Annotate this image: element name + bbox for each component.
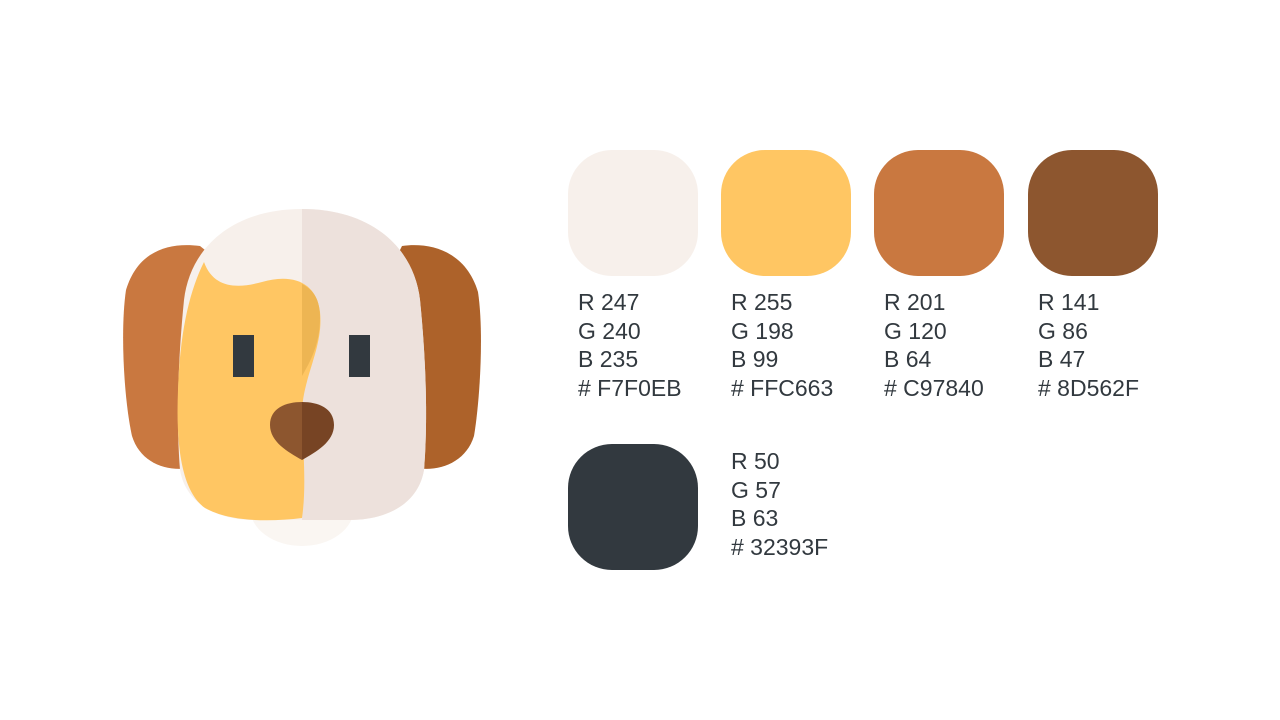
swatch-values-ffc663: R 255 G 198 B 99 # FFC663 xyxy=(731,288,833,402)
red-value: R 141 xyxy=(1038,289,1100,315)
swatch-f7f0eb xyxy=(568,150,698,276)
blue-value: B 47 xyxy=(1038,346,1086,373)
green-value: G 240 xyxy=(578,317,641,344)
swatch-8d562f xyxy=(1028,150,1158,276)
red-value: R 50 xyxy=(731,448,780,474)
blue-value: B 63 xyxy=(731,505,779,532)
green-value: G 57 xyxy=(731,476,781,503)
red-value: R 201 xyxy=(884,289,946,315)
swatch-32393f xyxy=(568,444,698,570)
hex-value: # FFC663 xyxy=(731,374,834,401)
swatch-c97840 xyxy=(874,150,1004,276)
dog-face-icon xyxy=(123,209,481,546)
hex-value: # 8D562F xyxy=(1038,374,1140,401)
swatch-ffc663 xyxy=(721,150,851,276)
blue-value: B 235 xyxy=(578,346,639,373)
swatch-values-c97840: R 201 G 120 B 64 # C97840 xyxy=(884,288,984,402)
hex-value: # 32393F xyxy=(731,533,829,560)
face-patch-shape xyxy=(177,262,321,521)
red-value: R 255 xyxy=(731,289,793,315)
green-value: G 120 xyxy=(884,317,947,344)
hex-value: # C97840 xyxy=(884,374,984,401)
blue-value: B 64 xyxy=(884,346,932,373)
hex-value: # F7F0EB xyxy=(578,374,682,401)
green-value: G 86 xyxy=(1038,317,1088,344)
swatch-values-f7f0eb: R 247 G 240 B 235 # F7F0EB xyxy=(578,288,682,402)
green-value: G 198 xyxy=(731,317,794,344)
red-value: R 247 xyxy=(578,289,640,315)
swatch-values-8d562f: R 141 G 86 B 47 # 8D562F xyxy=(1038,288,1139,402)
swatch-values-32393f: R 50 G 57 B 63 # 32393F xyxy=(731,447,828,561)
right-eye-shape xyxy=(349,335,370,377)
color-palette-page: R 247 G 240 B 235 # F7F0EB R 255 G 198 B… xyxy=(0,0,1280,720)
left-eye-shape xyxy=(233,335,254,377)
blue-value: B 99 xyxy=(731,346,779,373)
